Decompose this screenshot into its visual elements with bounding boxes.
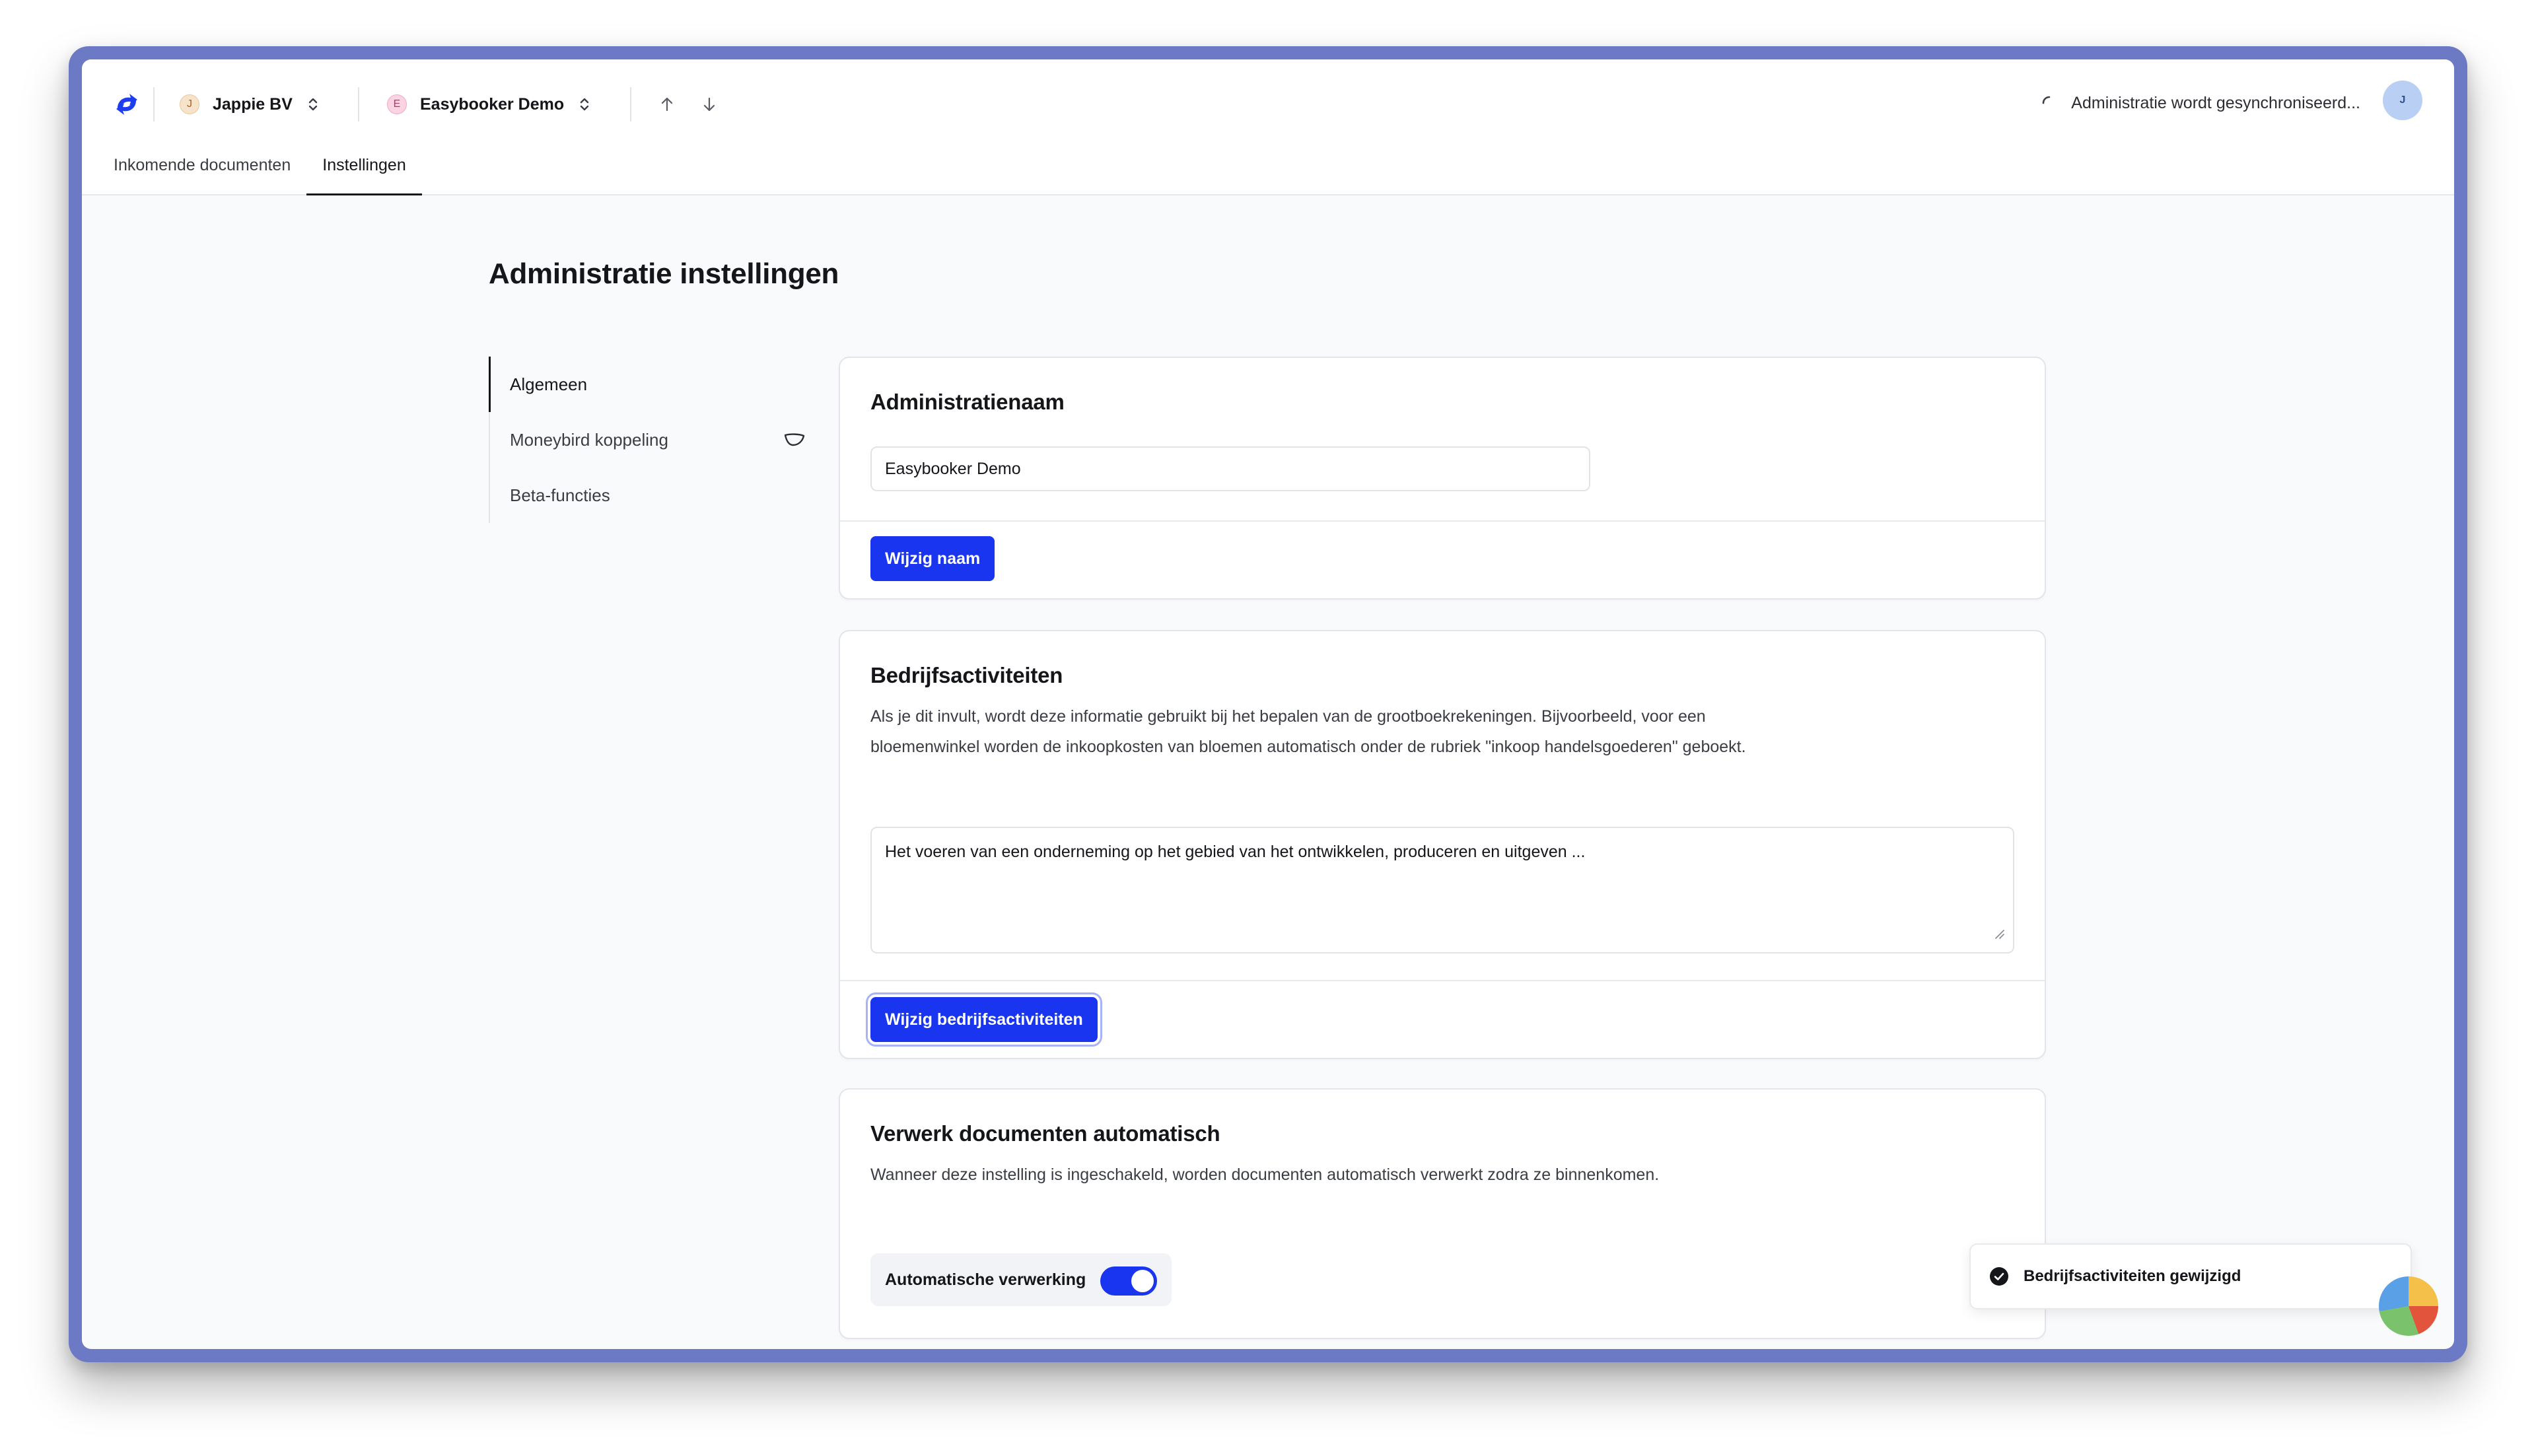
sync-status: Administratie wordt gesynchroniseerd...	[2039, 90, 2360, 116]
divider	[153, 87, 155, 121]
help-widget-icon[interactable]	[2379, 1276, 2438, 1336]
sync-status-text: Administratie wordt gesynchroniseerd...	[2071, 93, 2360, 112]
divider	[358, 87, 359, 121]
sidenav-item-label: Beta-functies	[510, 485, 610, 505]
moneybird-icon	[783, 432, 806, 452]
spinner-icon	[2039, 93, 2059, 113]
textarea-value: Het voeren van een onderneming op het ge…	[885, 843, 1586, 861]
arrow-down-icon[interactable]	[699, 94, 720, 115]
business-activities-textarea[interactable]: Het voeren van een onderneming op het ge…	[870, 827, 2014, 953]
top-bar: J Jappie BV E Easybooker Demo Administra	[82, 59, 2454, 195]
change-activities-button[interactable]: Wijzig bedrijfsactiviteiten	[870, 997, 1098, 1042]
card-description: Wanneer deze instelling is ingeschakeld,…	[870, 1165, 1660, 1184]
toggle-label: Automatische verwerking	[885, 1270, 1086, 1289]
card-title: Administratienaam	[870, 390, 1065, 414]
change-name-button[interactable]: Wijzig naam	[870, 536, 995, 581]
administration-name-input[interactable]: Easybooker Demo	[870, 446, 1590, 491]
admin-name: Easybooker Demo	[420, 94, 565, 114]
check-circle-icon	[1989, 1266, 2009, 1286]
sidenav-item-label: Algemeen	[510, 374, 588, 394]
sidenav-item-algemeen[interactable]: Algemeen	[489, 357, 806, 412]
org-avatar: J	[180, 94, 199, 114]
toggle-knob	[1131, 1270, 1154, 1292]
auto-processing-card: Verwerk documenten automatisch Wanneer d…	[839, 1088, 2046, 1339]
page-title: Administratie instellingen	[489, 258, 839, 290]
admin-avatar: E	[387, 94, 407, 114]
toast-message: Bedrijfsactiviteiten gewijzigd	[2024, 1267, 2241, 1285]
card-title: Bedrijfsactiviteiten	[870, 663, 1063, 687]
sidenav-item-beta-functies[interactable]: Beta-functies	[490, 468, 806, 523]
business-activities-card: Bedrijfsactiviteiten Als je dit invult, …	[839, 630, 2046, 1059]
resize-handle-icon[interactable]	[1993, 925, 2005, 944]
administration-name-card: Administratienaam Easybooker Demo Wijzig…	[839, 357, 2046, 600]
user-avatar[interactable]: J	[2383, 81, 2422, 120]
chevron-updown-icon	[307, 96, 319, 112]
administration-switcher[interactable]: E Easybooker Demo	[387, 88, 590, 120]
divider	[630, 87, 631, 121]
card-footer: Wijzig bedrijfsactiviteiten	[840, 980, 2045, 1058]
org-name: Jappie BV	[213, 94, 293, 114]
auto-processing-toggle[interactable]	[1100, 1266, 1157, 1296]
auto-processing-setting: Automatische verwerking	[870, 1253, 1172, 1306]
card-description: Als je dit invult, wordt deze informatie…	[870, 707, 1746, 756]
tab-instellingen[interactable]: Instellingen	[306, 152, 422, 195]
sidenav-item-label: Moneybird koppeling	[510, 429, 668, 450]
toast-notification: Bedrijfsactiviteiten gewijzigd	[1969, 1243, 2412, 1309]
settings-sidenav: Algemeen Moneybird koppeling Beta-functi…	[489, 357, 806, 523]
app-window: J Jappie BV E Easybooker Demo Administra	[82, 59, 2454, 1349]
card-title: Verwerk documenten automatisch	[870, 1121, 1220, 1146]
card-footer: Wijzig naam	[840, 520, 2045, 598]
chevron-updown-icon	[579, 96, 590, 112]
arrow-up-icon[interactable]	[656, 94, 678, 115]
sidenav-item-moneybird[interactable]: Moneybird koppeling	[490, 412, 806, 468]
logo-icon[interactable]	[111, 88, 143, 120]
organization-switcher[interactable]: J Jappie BV	[180, 88, 319, 120]
tab-inkomende-documenten[interactable]: Inkomende documenten	[114, 152, 306, 195]
main-tabs: Inkomende documenten Instellingen	[114, 152, 422, 195]
